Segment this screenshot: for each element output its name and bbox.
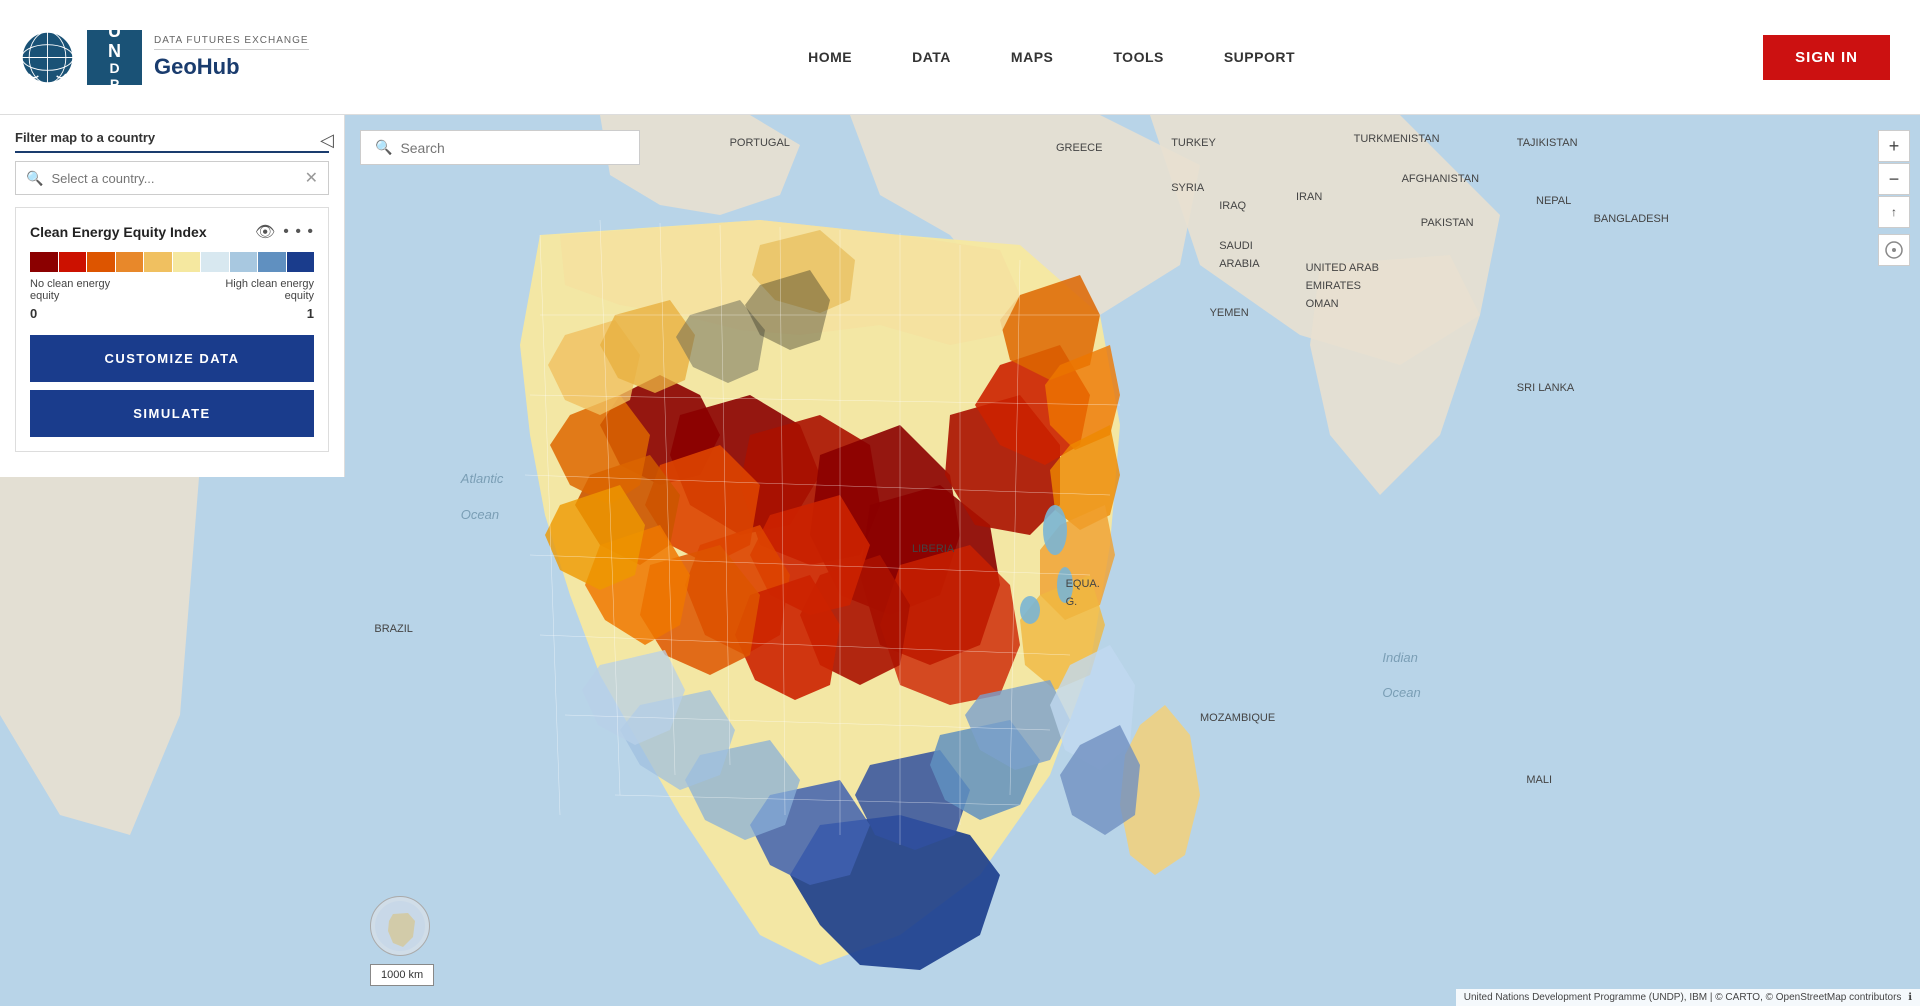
zoom-out-button[interactable]: − [1878,163,1910,195]
map-container: Atlantic Ocean Indian Ocean PORTUGAL GRE… [0,115,1920,1006]
color-swatch-yellow [173,252,201,272]
country-search-row[interactable]: 🔍 ✕ [15,161,329,195]
clear-country-button[interactable]: ✕ [305,168,318,188]
geohub-label: GeoHub [154,54,309,80]
attribution-text: United Nations Development Programme (UN… [1464,992,1902,1003]
no-clean-energy-label: No clean energy equity [30,278,130,302]
max-value: 1 [307,306,314,321]
map-search: 🔍 [360,130,640,165]
search-icon: 🔍 [26,170,43,187]
logo-text: DATA FUTURES EXCHANGE GeoHub [154,35,309,80]
nav-home[interactable]: HOME [808,49,852,65]
legend-labels: No clean energy equity High clean energy… [30,278,314,302]
scale-bar: 1000 km [370,964,434,986]
collapse-panel-button[interactable]: ◁ [320,130,334,151]
reset-bearing-button[interactable]: ↑ [1878,196,1910,228]
legend-card: Clean Energy Equity Index 👁 • • • [15,207,329,452]
min-value: 0 [30,306,37,321]
eye-icon[interactable]: 👁 [255,222,275,242]
simulate-button[interactable]: SIMULATE [30,390,314,437]
mini-map-svg [373,899,428,954]
nav-support[interactable]: SUPPORT [1224,49,1295,65]
filter-map-title: Filter map to a country [15,130,329,153]
color-bar [30,252,314,272]
map-search-box[interactable]: 🔍 [360,130,640,165]
customize-data-button[interactable]: CUSTOMIZE DATA [30,335,314,382]
zoom-in-button[interactable]: + [1878,130,1910,162]
color-swatch-light-orange [144,252,172,272]
map-search-icon: 🔍 [375,139,392,156]
nav-maps[interactable]: MAPS [1011,49,1053,65]
color-swatch-red [59,252,87,272]
color-swatch-orange-red [87,252,115,272]
high-clean-energy-label: High clean energy equity [214,278,314,302]
legend-title: Clean Energy Equity Index [30,224,207,240]
color-swatch-very-light-blue [201,252,229,272]
country-search-input[interactable] [51,171,296,186]
zoom-controls: + − ↑ [1878,130,1910,266]
legend-values: 0 1 [30,306,314,321]
mini-map [370,896,430,956]
more-options-icon[interactable]: • • • [283,223,314,241]
nav-tools[interactable]: TOOLS [1113,49,1163,65]
scale-label: 1000 km [381,969,423,981]
data-futures-label: DATA FUTURES EXCHANGE [154,35,309,50]
compass-button[interactable] [1878,234,1910,266]
color-swatch-orange [116,252,144,272]
main-nav: HOME DATA MAPS TOOLS SUPPORT [340,49,1763,65]
legend-icons: 👁 • • • [255,222,314,242]
color-swatch-dark-red [30,252,58,272]
color-swatch-medium-blue [258,252,286,272]
un-emblem [20,30,75,85]
left-panel: Filter map to a country ◁ 🔍 ✕ Clean Ener… [0,115,345,477]
map-search-input[interactable] [400,140,625,156]
attribution: United Nations Development Programme (UN… [1456,989,1920,1006]
legend-header: Clean Energy Equity Index 👁 • • • [30,222,314,242]
nav-data[interactable]: DATA [912,49,951,65]
header: U N D P DATA FUTURES EXCHANGE GeoHub HOM… [0,0,1920,115]
color-swatch-light-blue [230,252,258,272]
sign-in-button[interactable]: SIGN IN [1763,35,1890,80]
color-swatch-dark-blue [287,252,315,272]
undp-logo: U N D P [87,30,142,85]
logo-area: U N D P DATA FUTURES EXCHANGE GeoHub [0,30,340,85]
info-icon[interactable]: ℹ [1908,992,1912,1003]
